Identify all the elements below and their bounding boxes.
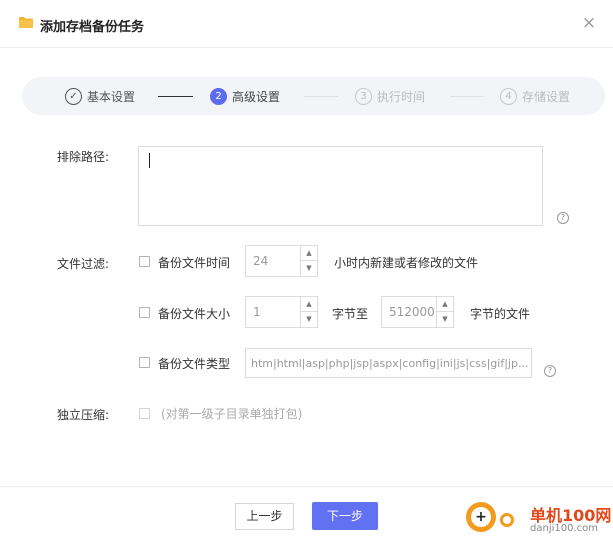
step-connector — [158, 96, 193, 97]
caret-up-icon[interactable]: ▲ — [301, 297, 317, 312]
watermark-url: danji100.com — [530, 523, 598, 534]
step-number: 3 — [355, 87, 372, 105]
size-suffix: 字节的文件 — [470, 307, 531, 321]
max-size-stepper[interactable]: 512000 ▲ ▼ — [381, 296, 454, 328]
hours-suffix: 小时内新建或者修改的文件 — [334, 256, 479, 270]
prev-button[interactable]: 上一步 — [235, 503, 294, 530]
step-label: 存储设置 — [522, 89, 571, 104]
step-advanced-settings[interactable]: 2 高级设置 — [210, 87, 280, 105]
min-size-value: 1 — [253, 305, 261, 319]
exclude-path-label: 排除路径: — [57, 150, 110, 164]
next-button[interactable]: 下一步 — [312, 502, 378, 530]
backup-size-checkbox[interactable] — [139, 307, 150, 318]
min-size-stepper[interactable]: 1 ▲ ▼ — [245, 296, 318, 328]
size-between-label: 字节至 — [332, 307, 369, 321]
stepper-arrows: ▲ ▼ — [300, 297, 317, 327]
stepper-arrows: ▲ ▼ — [436, 297, 453, 327]
step-number: 2 — [210, 87, 227, 105]
caret-up-icon[interactable]: ▲ — [437, 297, 453, 312]
backup-size-label[interactable]: 备份文件大小 — [158, 305, 230, 322]
dialog-footer — [0, 486, 613, 542]
backup-type-checkbox[interactable] — [139, 357, 150, 368]
step-basic-settings[interactable]: ✓ 基本设置 — [65, 87, 135, 105]
step-label: 基本设置 — [87, 89, 136, 104]
hours-value: 24 — [253, 254, 269, 268]
exclude-path-input[interactable] — [138, 146, 543, 226]
file-types-value: htm|html|asp|php|jsp|aspx|config|ini|js|… — [251, 357, 529, 370]
hours-stepper[interactable]: 24 ▲ ▼ — [245, 245, 318, 277]
stepper-arrows: ▲ ▼ — [300, 246, 317, 276]
compress-checkbox[interactable] — [139, 408, 150, 419]
dialog-titlebar: 添加存档备份任务 × — [0, 0, 613, 48]
caret-down-icon[interactable]: ▼ — [301, 312, 317, 327]
backup-time-label[interactable]: 备份文件时间 — [158, 254, 230, 271]
file-types-input[interactable]: htm|html|asp|php|jsp|aspx|config|ini|js|… — [245, 348, 532, 378]
dialog-title: 添加存档备份任务 — [40, 20, 145, 35]
folder-icon — [19, 17, 33, 28]
compress-label: 独立压缩: — [57, 408, 110, 422]
backup-type-label[interactable]: 备份文件类型 — [158, 355, 230, 372]
text-caret — [149, 153, 150, 168]
step-label: 执行时间 — [377, 89, 426, 104]
watermark-logo: + — [466, 502, 496, 532]
question-circle-icon[interactable]: ? — [557, 212, 569, 224]
step-execution-time[interactable]: 3 执行时间 — [355, 87, 425, 105]
close-icon[interactable]: × — [580, 13, 598, 33]
file-filter-label: 文件过滤: — [57, 257, 110, 271]
check-icon: ✓ — [65, 87, 82, 105]
watermark-dot-icon — [500, 513, 514, 527]
step-storage-settings[interactable]: 4 存储设置 — [500, 87, 570, 105]
plus-icon: + — [471, 507, 491, 527]
caret-down-icon[interactable]: ▼ — [301, 261, 317, 276]
question-circle-icon[interactable]: ? — [544, 365, 556, 377]
step-connector — [304, 96, 338, 97]
compress-hint: (对第一级子目录单独打包) — [161, 407, 303, 421]
max-size-value: 512000 — [389, 305, 435, 319]
step-label: 高级设置 — [232, 89, 281, 104]
step-connector — [450, 96, 484, 97]
step-indicator: ✓ 基本设置 2 高级设置 3 执行时间 4 存储设置 — [22, 77, 605, 115]
caret-up-icon[interactable]: ▲ — [301, 246, 317, 261]
step-number: 4 — [500, 87, 517, 105]
backup-time-checkbox[interactable] — [139, 256, 150, 267]
caret-down-icon[interactable]: ▼ — [437, 312, 453, 327]
